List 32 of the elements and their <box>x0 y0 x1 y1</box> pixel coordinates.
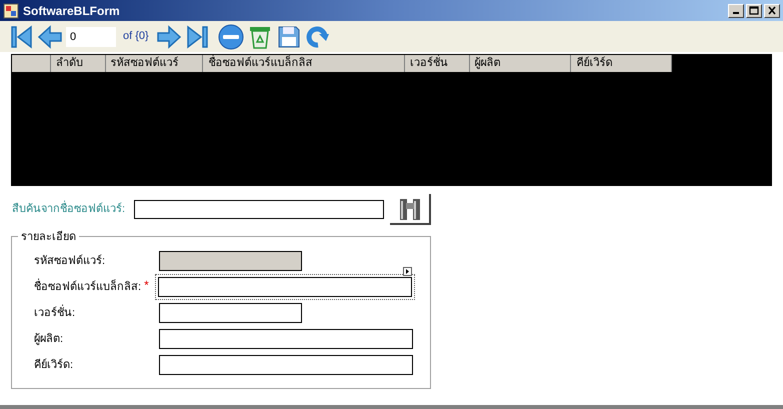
field-label: เวอร์ชั่น: <box>34 304 76 321</box>
column-header[interactable]: คีย์เวิร์ด <box>571 55 672 72</box>
window-title: SoftwareBLForm <box>23 2 120 20</box>
smart-tag-icon[interactable] <box>403 267 412 276</box>
close-icon <box>767 6 777 15</box>
field-label: ผู้ผลิต: <box>34 332 64 347</box>
column-header[interactable]: รหัสซอฟต์แวร์ <box>106 55 204 72</box>
field-label: ชื่อซอฟต์แวร์แบล็กลิส: <box>34 278 142 295</box>
next-icon[interactable] <box>156 24 182 50</box>
last-record-icon[interactable] <box>184 24 211 50</box>
refresh-icon[interactable] <box>304 24 331 50</box>
previous-icon[interactable] <box>37 24 63 50</box>
search-label: สืบค้นจากชื่อซอฟต์แวร์: <box>12 201 134 218</box>
field-label: รหัสซอฟต์แวร์: <box>34 254 106 269</box>
position-field[interactable]: 0 <box>66 26 116 46</box>
column-header[interactable]: เวอร์ชั่น <box>404 55 470 72</box>
column-header[interactable]: ชื่อซอฟต์แวร์แบล็กลิส <box>203 55 405 72</box>
close-button[interactable] <box>764 4 780 18</box>
column-header[interactable]: ลำดับ <box>50 55 106 72</box>
field-label: คีย์เวิร์ด: <box>34 358 74 373</box>
text-field[interactable] <box>159 355 413 375</box>
maximize-button[interactable] <box>746 4 762 18</box>
record-count: of {0} <box>122 29 150 44</box>
minimize-button[interactable] <box>728 4 744 18</box>
column-header[interactable]: ผู้ผลิต <box>470 55 572 72</box>
text-field[interactable] <box>158 277 412 297</box>
search-field[interactable] <box>134 200 384 219</box>
text-field[interactable] <box>159 329 413 349</box>
required-mark: * <box>144 278 149 291</box>
app-icon <box>3 2 19 18</box>
text-field[interactable] <box>159 303 302 323</box>
maximize-icon <box>749 6 759 15</box>
